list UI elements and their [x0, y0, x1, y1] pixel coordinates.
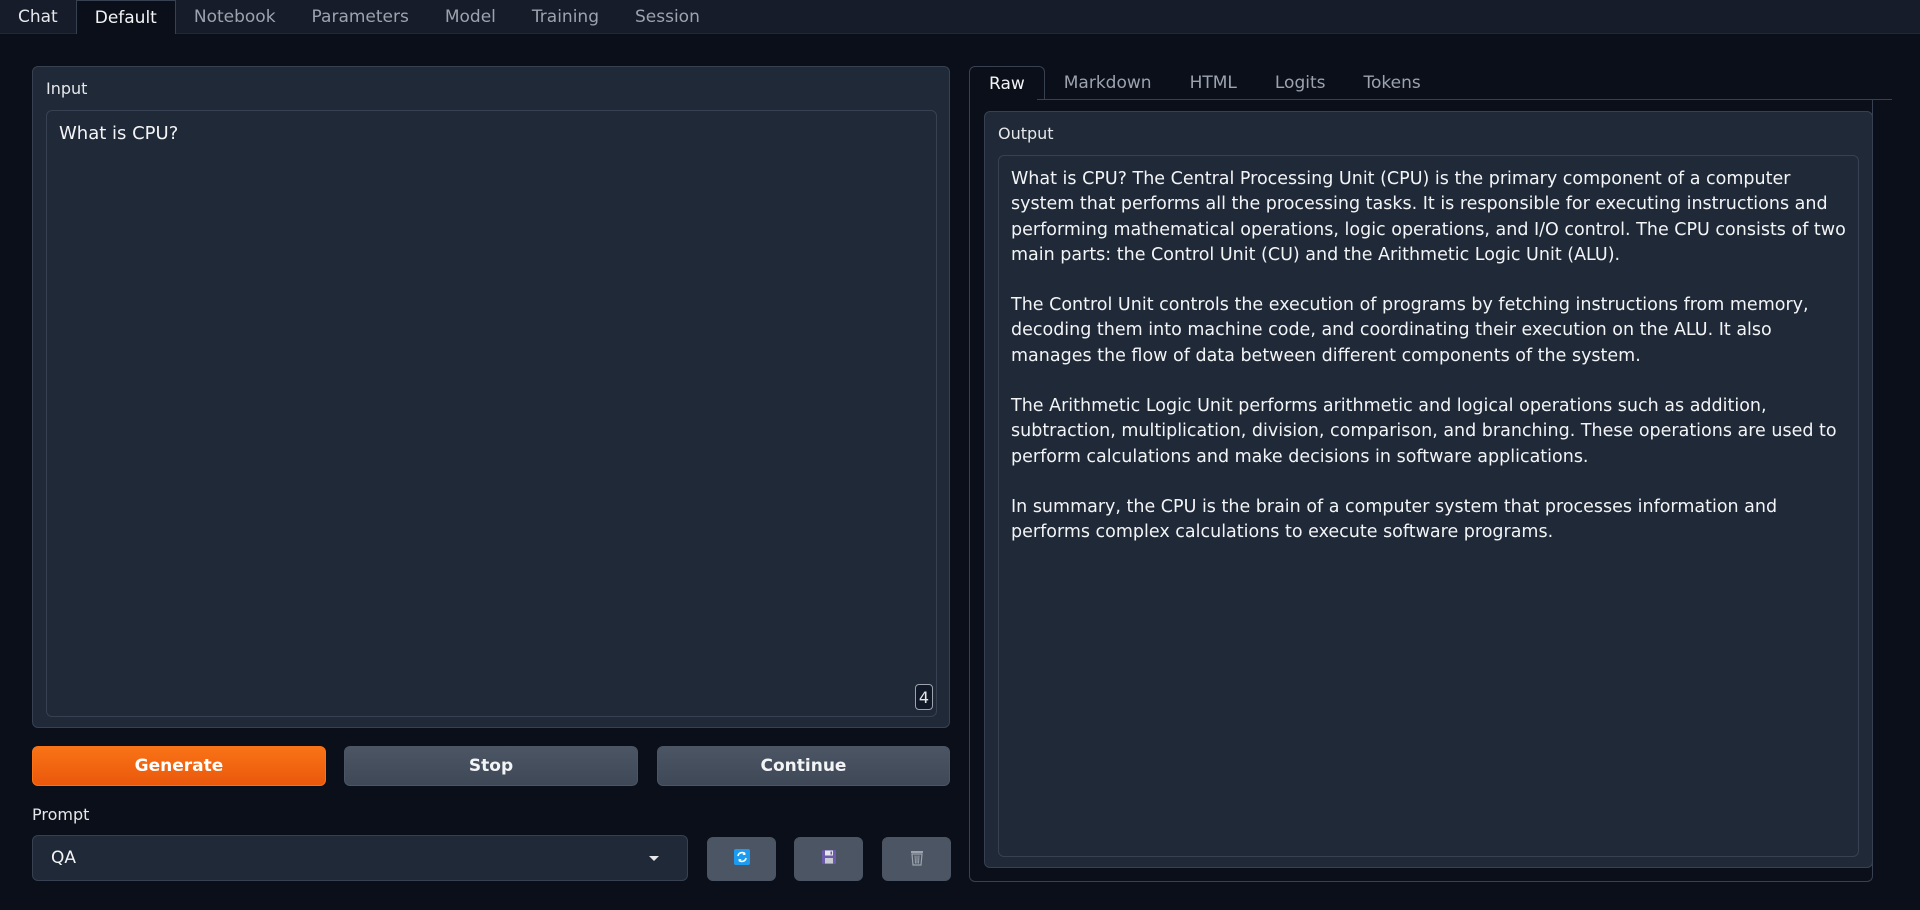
prompt-selected-value: QA	[51, 848, 77, 868]
input-label: Input	[46, 79, 88, 98]
tab-parameters[interactable]: Parameters	[294, 0, 427, 33]
stop-button[interactable]: Stop	[344, 746, 638, 786]
output-paragraph: What is CPU? The Central Processing Unit…	[1011, 169, 1846, 265]
tab-chat[interactable]: Chat	[0, 0, 76, 33]
refresh-icon	[733, 849, 750, 869]
tab-training[interactable]: Training	[514, 0, 617, 33]
output-paragraph: In summary, the CPU is the brain of a co…	[1011, 496, 1778, 543]
delete-button[interactable]	[882, 837, 951, 881]
generate-button[interactable]: Generate	[32, 746, 326, 786]
tab-html[interactable]: HTML	[1171, 66, 1256, 100]
token-count-badge: 4	[915, 684, 933, 710]
tab-logits[interactable]: Logits	[1256, 66, 1345, 100]
tab-notebook[interactable]: Notebook	[176, 0, 294, 33]
tab-model[interactable]: Model	[427, 0, 514, 33]
top-tab-bar: Chat Default Notebook Parameters Model T…	[0, 0, 1920, 34]
continue-button[interactable]: Continue	[657, 746, 950, 786]
save-icon	[821, 849, 837, 869]
output-paragraph: The Control Unit controls the execution …	[1011, 295, 1809, 366]
trash-icon	[909, 849, 925, 870]
save-button[interactable]	[794, 837, 863, 881]
output-tab-bar: Raw Markdown HTML Logits Tokens	[969, 66, 1440, 100]
output-paragraph: The Arithmetic Logic Unit performs arith…	[1011, 396, 1837, 467]
chevron-down-icon	[649, 856, 659, 861]
prompt-dropdown[interactable]: QA	[32, 835, 688, 881]
tab-tokens[interactable]: Tokens	[1345, 66, 1440, 100]
refresh-button[interactable]	[707, 837, 776, 881]
input-panel: Input What is CPU? 4	[32, 66, 950, 728]
tab-raw[interactable]: Raw	[969, 66, 1045, 100]
tab-session[interactable]: Session	[617, 0, 718, 33]
tab-default[interactable]: Default	[75, 0, 176, 34]
prompt-label: Prompt	[32, 805, 90, 824]
output-textarea[interactable]: What is CPU? The Central Processing Unit…	[998, 155, 1859, 857]
output-label: Output	[998, 124, 1054, 143]
input-textarea[interactable]: What is CPU? 4	[46, 110, 937, 717]
output-panel: Output What is CPU? The Central Processi…	[984, 111, 1873, 868]
tab-markdown[interactable]: Markdown	[1045, 66, 1171, 100]
input-text: What is CPU?	[59, 123, 179, 144]
